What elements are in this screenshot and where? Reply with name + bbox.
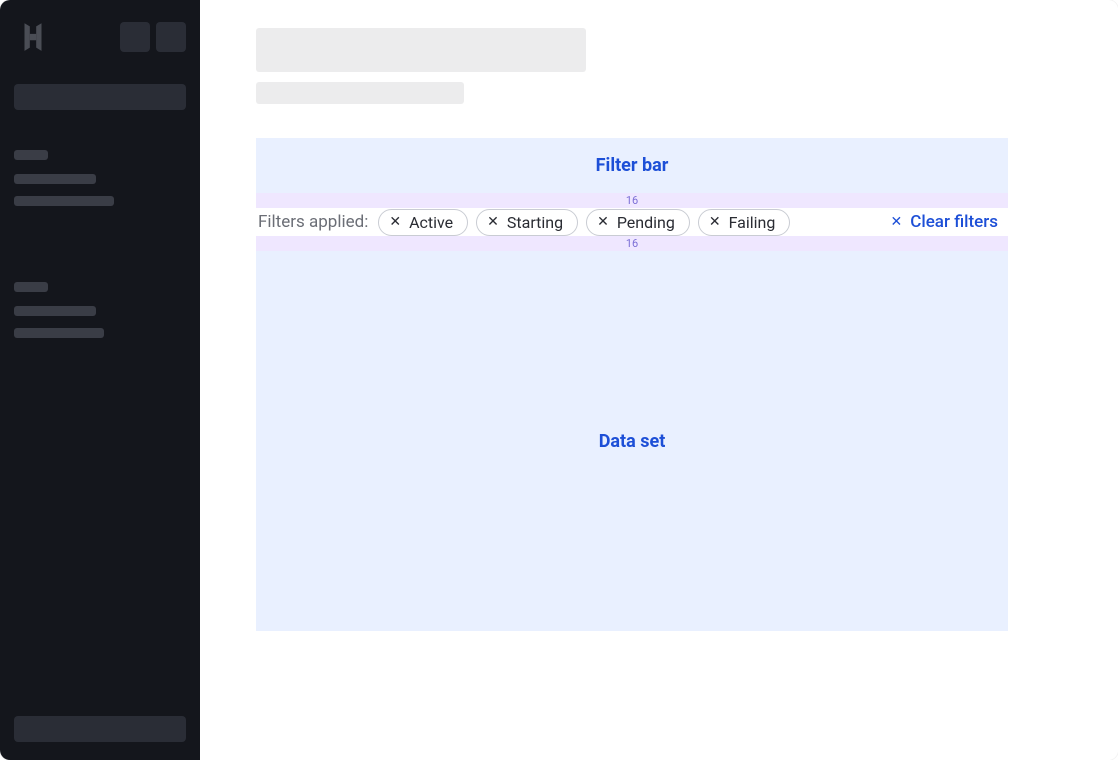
filters-applied-label: Filters applied: (258, 212, 368, 232)
chip-label: Starting (507, 213, 563, 232)
nav-section-1 (14, 150, 186, 218)
dataset-title: Data set (599, 431, 666, 452)
filter-chip-active[interactable]: ✕ Active (378, 209, 468, 236)
close-icon: ✕ (891, 214, 903, 230)
sidebar-top (14, 18, 186, 56)
clear-filters-label: Clear filters (910, 212, 998, 232)
filter-chip-starting[interactable]: ✕ Starting (476, 209, 578, 236)
spacing-indicator-bottom: 16 (256, 236, 1008, 251)
hashicorp-logo-icon (14, 18, 52, 56)
main-content: Filter bar 16 Filters applied: ✕ Active … (200, 0, 1118, 760)
close-icon[interactable]: ✕ (487, 215, 499, 229)
sidebar-top-button-2[interactable] (156, 22, 186, 52)
context-switcher[interactable] (14, 84, 186, 110)
sidebar (0, 0, 200, 760)
close-icon[interactable]: ✕ (389, 215, 401, 229)
close-icon[interactable]: ✕ (597, 215, 609, 229)
nav-item[interactable] (14, 328, 104, 338)
chip-label: Pending (617, 213, 675, 232)
dataset-panel: Data set (256, 251, 1008, 631)
close-icon[interactable]: ✕ (709, 215, 721, 229)
nav-item[interactable] (14, 174, 96, 184)
filter-bar-panel: Filter bar (256, 138, 1008, 193)
spacing-value: 16 (626, 194, 638, 207)
page-subtitle-placeholder (256, 82, 464, 104)
filter-bar-title: Filter bar (596, 155, 669, 176)
chip-label: Failing (729, 213, 776, 232)
nav-section-2 (14, 282, 186, 350)
filter-chip-failing[interactable]: ✕ Failing (698, 209, 791, 236)
sidebar-top-button-1[interactable] (120, 22, 150, 52)
sidebar-top-buttons (120, 22, 186, 52)
spacing-value: 16 (626, 237, 638, 250)
filters-applied-row: Filters applied: ✕ Active ✕ Starting ✕ P… (256, 208, 1008, 236)
chip-label: Active (409, 213, 453, 232)
nav-item[interactable] (14, 306, 96, 316)
filter-chip-pending[interactable]: ✕ Pending (586, 209, 690, 236)
sidebar-footer[interactable] (14, 716, 186, 742)
nav-item[interactable] (14, 196, 114, 206)
spacing-indicator-top: 16 (256, 193, 1008, 208)
app-frame: Filter bar 16 Filters applied: ✕ Active … (0, 0, 1118, 760)
filter-chips: ✕ Active ✕ Starting ✕ Pending ✕ Failing (378, 209, 790, 236)
nav-heading (14, 282, 48, 292)
clear-filters-button[interactable]: ✕ Clear filters (891, 212, 1006, 232)
panel-stack: Filter bar 16 Filters applied: ✕ Active … (256, 138, 1008, 631)
page-title-placeholder (256, 28, 586, 72)
nav-heading (14, 150, 48, 160)
